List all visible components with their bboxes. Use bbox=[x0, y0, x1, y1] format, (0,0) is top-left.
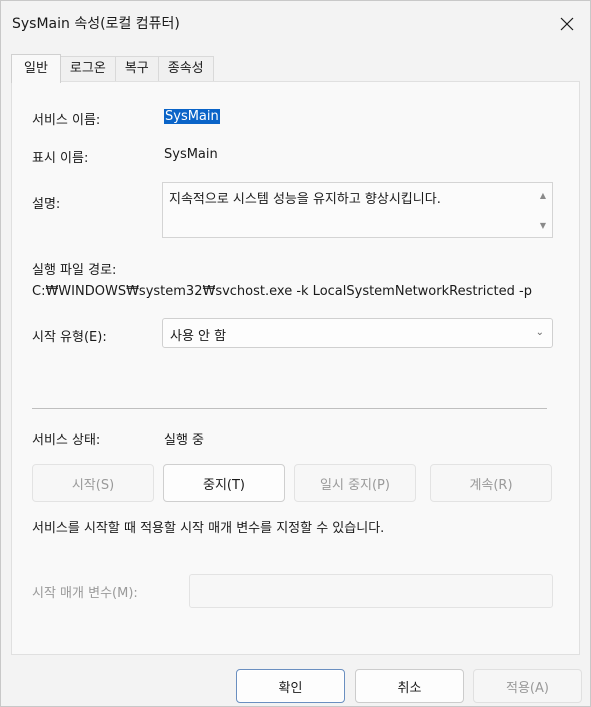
ok-button[interactable]: 확인 bbox=[236, 669, 345, 703]
display-name-value[interactable]: SysMain bbox=[164, 147, 218, 162]
description-text: 지속적으로 시스템 성능을 유지하고 향상시킵니다. bbox=[169, 192, 441, 207]
start-button[interactable]: 시작(S) bbox=[32, 464, 154, 502]
tab-dependencies[interactable]: 종속성 bbox=[157, 56, 214, 82]
service-status-label: 서비스 상태: bbox=[32, 433, 101, 448]
exe-path-value[interactable]: C:₩WINDOWS₩system32₩svchost.exe -k Local… bbox=[32, 284, 532, 299]
tab-strip: 일반 로그온 복구 종속성 bbox=[11, 54, 214, 83]
pause-button[interactable]: 일시 중지(P) bbox=[294, 464, 416, 502]
service-name-label: 서비스 이름: bbox=[32, 113, 101, 128]
start-params-hint: 서비스를 시작할 때 적용할 시작 매개 변수를 지정할 수 있습니다. bbox=[32, 521, 385, 536]
tab-recovery[interactable]: 복구 bbox=[114, 56, 159, 82]
general-panel: 서비스 이름: SysMain 표시 이름: SysMain 설명: 지속적으로… bbox=[11, 81, 580, 655]
tab-general[interactable]: 일반 bbox=[11, 54, 61, 83]
startup-type-dropdown[interactable]: 사용 안 함 ⌄ bbox=[162, 318, 553, 348]
service-name-value[interactable]: SysMain bbox=[164, 109, 220, 124]
close-button[interactable] bbox=[552, 9, 582, 39]
exe-path-label: 실행 파일 경로: bbox=[32, 263, 117, 278]
service-status-value: 실행 중 bbox=[164, 433, 205, 448]
apply-button[interactable]: 적용(A) bbox=[473, 669, 582, 703]
start-params-label: 시작 매개 변수(M): bbox=[32, 586, 138, 601]
window-title: SysMain 속성(로컬 컴퓨터) bbox=[12, 16, 180, 32]
chevron-down-icon: ⌄ bbox=[535, 327, 544, 338]
service-name-selected-text: SysMain bbox=[164, 109, 220, 124]
display-name-label: 표시 이름: bbox=[32, 151, 89, 166]
startup-type-selected: 사용 안 함 bbox=[170, 329, 227, 344]
section-divider bbox=[32, 408, 547, 409]
start-params-input[interactable] bbox=[189, 574, 553, 608]
tab-logon[interactable]: 로그온 bbox=[59, 56, 116, 82]
service-properties-dialog: SysMain 속성(로컬 컴퓨터) 일반 로그온 복구 종속성 서비스 이름:… bbox=[0, 0, 591, 707]
title-bar: SysMain 속성(로컬 컴퓨터) bbox=[1, 1, 590, 45]
description-textbox[interactable]: 지속적으로 시스템 성능을 유지하고 향상시킵니다. ▲ ▼ bbox=[162, 182, 553, 238]
resume-button[interactable]: 계속(R) bbox=[430, 464, 552, 502]
startup-type-label: 시작 유형(E): bbox=[32, 330, 107, 345]
stop-button[interactable]: 중지(T) bbox=[163, 464, 285, 502]
description-label: 설명: bbox=[32, 197, 61, 212]
close-icon bbox=[560, 17, 574, 31]
scroll-up-arrow-icon[interactable]: ▲ bbox=[538, 191, 548, 201]
cancel-button[interactable]: 취소 bbox=[355, 669, 464, 703]
scroll-down-arrow-icon[interactable]: ▼ bbox=[538, 221, 548, 231]
